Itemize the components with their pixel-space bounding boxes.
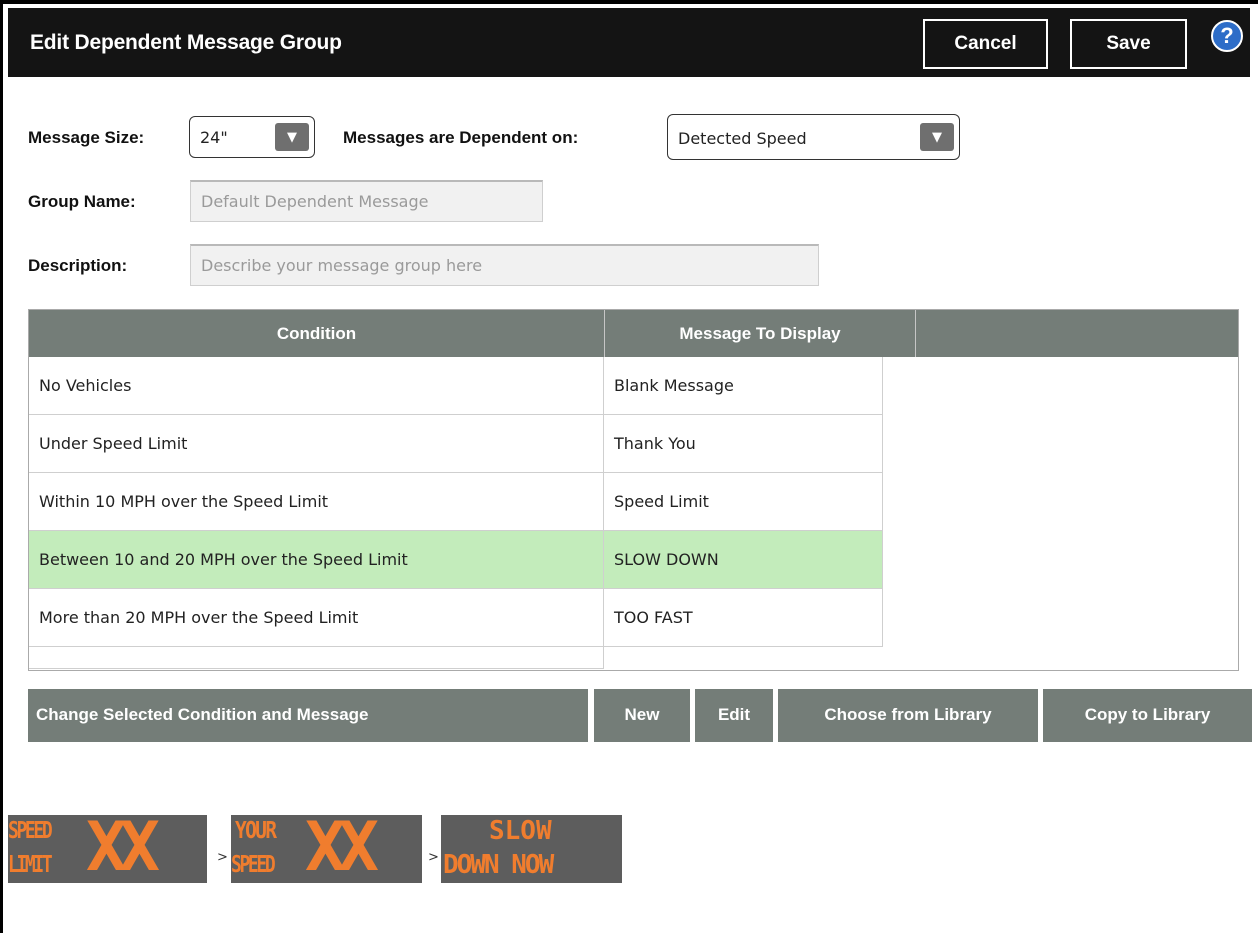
message-cell[interactable]: TOO FAST [604,589,883,647]
cancel-button[interactable]: Cancel [923,19,1048,69]
message-cell[interactable]: Thank You [604,415,883,473]
sign-frame-1-line2: LIMIT [8,852,53,878]
sign-frame-2-big: XX [305,815,379,883]
group-name-label: Group Name: [28,192,136,211]
message-size-label: Message Size: [28,128,145,147]
column-header-condition[interactable]: Condition [29,310,605,357]
sign-frame-1-line1: SPEED [8,818,53,844]
sign-separator-1: > [217,850,228,865]
condition-cell[interactable]: Between 10 and 20 MPH over the Speed Lim… [29,531,604,589]
action-bar: Change Selected Condition and Message Ne… [28,689,1252,742]
group-name-input[interactable]: Default Dependent Message [190,180,543,222]
sign-separator-2: > [428,850,439,865]
message-cell[interactable]: Blank Message [604,357,883,415]
message-size-value: 24" [200,128,228,147]
action-bar-title-area: Change Selected Condition and Message [28,689,588,742]
sign-frame-1-big: XX [86,815,160,883]
column-header-empty [916,310,1238,357]
condition-cell[interactable]: No Vehicles [29,357,604,415]
dependent-on-label: Messages are Dependent on: [343,128,579,147]
dependent-on-select[interactable]: Detected Speed ▼ [667,114,960,160]
description-input[interactable]: Describe your message group here [190,244,819,286]
title-bar: Edit Dependent Message Group Cancel Save… [8,8,1250,77]
dialog-title: Edit Dependent Message Group [30,31,342,54]
table-footer-cell [29,647,604,669]
copy-to-library-button[interactable]: Copy to Library [1043,689,1252,742]
message-cell[interactable]: SLOW DOWN [604,531,883,589]
sign-frame-1: SPEED LIMIT XX [8,815,207,883]
sign-frame-2-line2: SPEED [231,852,276,878]
message-cell[interactable]: Speed Limit [604,473,883,531]
sign-frame-3-line2: DOWN NOW [443,850,554,880]
column-header-message[interactable]: Message To Display [605,310,916,357]
sign-frame-2: YOUR SPEED XX [231,815,422,883]
sign-frame-3: SLOW DOWN NOW [441,815,622,883]
conditions-table: Condition Message To Display No Vehicles… [28,309,1239,671]
sign-frame-3-line1: SLOW [489,816,552,846]
choose-from-library-button[interactable]: Choose from Library [778,689,1038,742]
sign-frame-2-line1: YOUR [235,818,277,844]
condition-cell[interactable]: More than 20 MPH over the Speed Limit [29,589,604,647]
chevron-down-icon[interactable]: ▼ [920,123,954,151]
edit-button[interactable]: Edit [695,689,773,742]
condition-cell[interactable]: Under Speed Limit [29,415,604,473]
condition-cell[interactable]: Within 10 MPH over the Speed Limit [29,473,604,531]
save-button[interactable]: Save [1070,19,1187,69]
new-button[interactable]: New [594,689,690,742]
help-icon[interactable]: ? [1211,20,1243,52]
action-bar-title: Change Selected Condition and Message [36,705,369,724]
description-label: Description: [28,256,128,275]
message-size-select[interactable]: 24" ▼ [189,116,315,158]
chevron-down-icon[interactable]: ▼ [275,123,309,151]
dependent-on-value: Detected Speed [678,129,807,148]
